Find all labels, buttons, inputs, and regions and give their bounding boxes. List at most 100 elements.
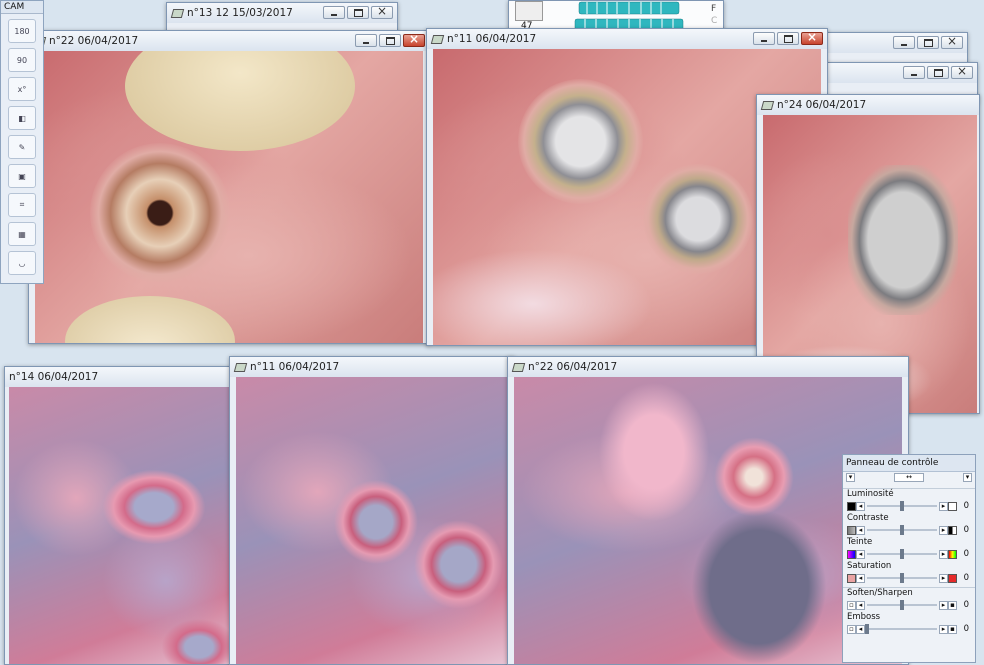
window-title: n°24 06/04/2017 xyxy=(777,99,867,111)
increase-button[interactable]: ▸ xyxy=(939,573,948,583)
maximize-button[interactable] xyxy=(917,36,939,49)
contrast-swatch-high xyxy=(948,525,957,535)
slider-value: 0 xyxy=(963,549,969,559)
rotate-180-button[interactable]: 180 xyxy=(8,19,36,43)
soften-icon[interactable]: ▫ xyxy=(847,600,856,610)
rotate-90-button[interactable]: 90 xyxy=(8,48,36,72)
slider-track[interactable] xyxy=(867,549,937,559)
minimize-button[interactable] xyxy=(903,66,925,79)
crop-icon: ⌗ xyxy=(19,200,25,209)
hue-swatch-start xyxy=(847,549,856,559)
image-window-n11-bottom[interactable]: n°11 06/04/2017 xyxy=(229,356,515,665)
close-button[interactable] xyxy=(403,32,425,47)
maximize-button[interactable] xyxy=(927,66,949,79)
slider-track[interactable] xyxy=(867,600,937,610)
slider-contrast: Contraste ◂ ▸ 0 xyxy=(843,513,975,537)
slider-label: Luminosité xyxy=(847,489,894,499)
slider-thumb[interactable] xyxy=(865,624,869,634)
slider-thumb[interactable] xyxy=(900,525,904,535)
window-title: n°11 06/04/2017 xyxy=(250,361,340,373)
cam-toolbar: CAM 180 90 x° ◧ ✎ ▣ ⌗ ▦ ◡ xyxy=(0,0,44,284)
maximize-button[interactable] xyxy=(777,32,799,45)
emboss-on-icon[interactable]: ▪ xyxy=(948,624,957,634)
minimize-button[interactable] xyxy=(355,34,377,47)
increase-button[interactable]: ▸ xyxy=(939,525,948,535)
intraoral-photo[interactable] xyxy=(35,51,423,343)
close-button[interactable] xyxy=(801,30,823,45)
slider-label: Soften/Sharpen xyxy=(847,588,913,598)
camera-icon xyxy=(512,361,524,373)
increase-button[interactable]: ▸ xyxy=(939,501,948,511)
tooth-selector[interactable] xyxy=(515,1,543,21)
decrease-button[interactable]: ◂ xyxy=(856,525,865,535)
camera-icon xyxy=(761,99,773,111)
collapse-icon[interactable]: ▾ xyxy=(846,473,855,482)
slider-thumb[interactable] xyxy=(900,549,904,559)
close-button[interactable] xyxy=(951,64,973,79)
expand-icon[interactable]: ▾ xyxy=(963,473,972,482)
minimize-button[interactable] xyxy=(323,6,345,19)
image-adjust-button[interactable]: ▣ xyxy=(8,164,36,188)
slider-track[interactable] xyxy=(867,573,937,583)
maximize-button[interactable] xyxy=(347,6,369,19)
increase-button[interactable]: ▸ xyxy=(939,549,948,559)
camera-icon xyxy=(171,7,183,19)
image-window-n14[interactable]: n°14 06/04/2017 xyxy=(4,366,236,665)
control-panel: Panneau de contrôle ▾ ↔ ▾ Luminosité ◂ ▸… xyxy=(842,454,976,663)
frame-select-button[interactable]: ▦ xyxy=(8,222,36,246)
link-icon[interactable]: ↔ xyxy=(894,473,924,482)
slider-thumb[interactable] xyxy=(900,501,904,511)
sharpen-icon[interactable]: ▪ xyxy=(948,600,957,610)
slider-soften-sharpen: Soften/Sharpen ▫ ◂ ▸ ▪ 0 xyxy=(843,588,975,612)
rotate-custom-icon: x° xyxy=(17,84,27,94)
increase-button[interactable]: ▸ xyxy=(939,600,948,610)
decrease-button[interactable]: ◂ xyxy=(856,600,865,610)
camera-icon xyxy=(234,361,246,373)
minimize-button[interactable] xyxy=(893,36,915,49)
brightness-swatch-light xyxy=(948,501,957,511)
saturation-swatch-high xyxy=(948,573,957,583)
close-button[interactable] xyxy=(371,4,393,19)
decrease-button[interactable]: ◂ xyxy=(856,624,865,634)
slider-brightness: Luminosité ◂ ▸ 0 xyxy=(843,489,975,513)
control-panel-toolbar: ▾ ↔ ▾ xyxy=(843,472,975,489)
rotate-custom-button[interactable]: x° xyxy=(8,77,36,101)
slider-track[interactable] xyxy=(865,624,937,634)
minimize-button[interactable] xyxy=(753,32,775,45)
slider-hue: Teinte ◂ ▸ 0 xyxy=(843,537,975,561)
window-title: n°22 06/04/2017 xyxy=(49,35,139,47)
window-title: n°14 06/04/2017 xyxy=(9,371,99,383)
slider-thumb[interactable] xyxy=(900,573,904,583)
crop-button[interactable]: ⌗ xyxy=(8,193,36,217)
pen-button[interactable]: ✎ xyxy=(8,135,36,159)
slider-label: Contraste xyxy=(847,513,889,523)
slider-value: 0 xyxy=(963,525,969,535)
emboss-off-icon[interactable]: ▫ xyxy=(847,624,856,634)
image-adjust-icon: ▣ xyxy=(18,171,26,181)
decrease-button[interactable]: ◂ xyxy=(856,573,865,583)
side-letter-c: C xyxy=(711,16,718,26)
close-button[interactable] xyxy=(941,34,963,49)
slider-track[interactable] xyxy=(867,525,937,535)
impression-photo[interactable] xyxy=(9,387,233,664)
window-title: n°13 12 15/03/2017 xyxy=(187,7,293,19)
smile-button[interactable]: ◡ xyxy=(8,251,36,275)
slider-label: Teinte xyxy=(847,537,873,547)
increase-button[interactable]: ▸ xyxy=(939,624,948,634)
slider-label: Emboss xyxy=(847,612,881,622)
maximize-button[interactable] xyxy=(379,34,401,47)
slider-thumb[interactable] xyxy=(900,600,904,610)
slider-emboss: Emboss ▫ ◂ ▸ ▪ 0 xyxy=(843,612,975,636)
impression-photo[interactable] xyxy=(236,377,508,664)
slider-saturation: Saturation ◂ ▸ 0 xyxy=(843,561,975,585)
decrease-button[interactable]: ◂ xyxy=(856,549,865,559)
mirror-button[interactable]: ◧ xyxy=(8,106,36,130)
decrease-button[interactable]: ◂ xyxy=(856,501,865,511)
mirror-icon: ◧ xyxy=(18,113,26,123)
slider-track[interactable] xyxy=(867,501,937,511)
image-window-n22-top[interactable]: n°22 06/04/2017 xyxy=(28,30,430,344)
control-panel-title: Panneau de contrôle xyxy=(843,455,975,472)
hue-swatch-end xyxy=(948,549,957,559)
rotate-90-icon: 90 xyxy=(16,55,28,65)
pen-icon: ✎ xyxy=(18,142,26,152)
